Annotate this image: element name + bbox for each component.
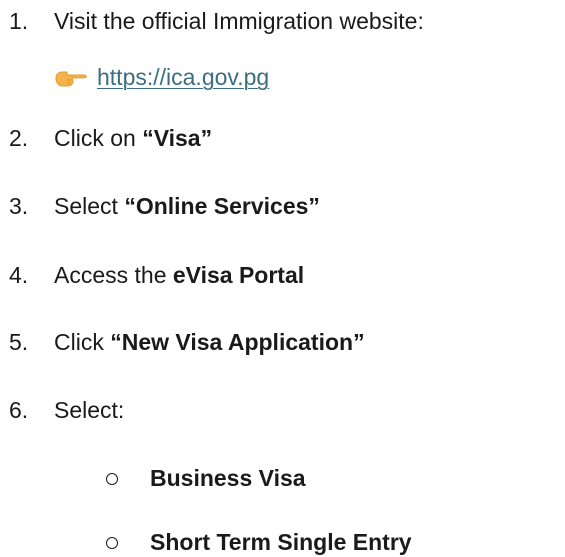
step-2-text: Click on “Visa” [54,127,212,150]
step-5-text: Click “New Visa Application” [54,331,365,354]
step-5-prefix: Click [54,329,111,355]
sub-option-label: Short Term Single Entry [150,529,412,555]
step-4-number: 4. [9,262,29,288]
hollow-circle-bullet-icon [106,473,118,485]
step-3-bold: “Online Services” [124,193,320,219]
step-2-prefix: Click on [54,125,143,151]
step-3-prefix: Select [54,193,125,219]
sub-option-label: Business Visa [150,465,306,491]
website-link-line: https://ica.gov.pg [54,64,269,89]
step-1-text: Visit the official Immigration website: [54,8,424,34]
pointing-hand-icon [55,71,87,87]
step-4-bold: eVisa Portal [172,262,305,288]
hollow-circle-bullet-icon [106,537,118,549]
step-5-number: 5. [9,329,29,355]
step-6-number: 6. [9,397,29,423]
step-3-number: 3. [9,193,29,219]
visa-application-steps: 1. Visit the official Immigration websit… [0,0,565,557]
step-4-text: Access the eVisa Portal [54,264,304,287]
step-2-bold: “Visa” [142,125,213,151]
sub-option-short-term-single-entry: Short Term Single Entry [0,531,565,557]
step-5-bold: “New Visa Application” [110,329,365,355]
step-3-text: Select “Online Services” [54,195,320,218]
step-2-number: 2. [9,125,29,151]
step-1-number: 1. [9,8,29,34]
sub-option-business-visa: Business Visa [0,467,565,493]
step-4-prefix: Access the [54,262,173,288]
website-link[interactable]: https://ica.gov.pg [97,64,269,90]
step-6-text: Select: [54,397,125,423]
